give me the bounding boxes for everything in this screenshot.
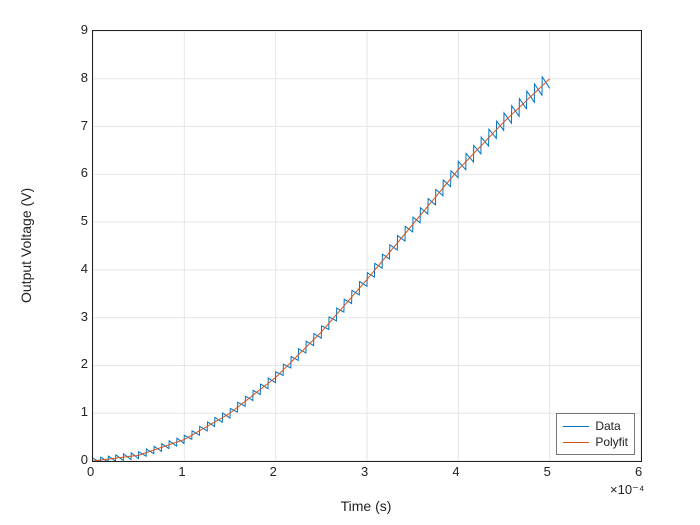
y-tick: 4 — [74, 261, 88, 276]
y-tick: 8 — [74, 70, 88, 85]
plot-axes[interactable]: Data Polyfit — [92, 30, 642, 462]
y-tick: 0 — [74, 452, 88, 467]
legend-entry-data: Data — [563, 418, 628, 434]
x-axis-exponent: ×10⁻⁴ — [610, 482, 645, 498]
x-tick: 1 — [178, 464, 185, 479]
series-data — [93, 77, 550, 461]
y-tick: 3 — [74, 309, 88, 324]
legend-swatch-polyfit — [563, 442, 589, 443]
x-tick: 4 — [452, 464, 459, 479]
y-tick: 1 — [74, 404, 88, 419]
legend[interactable]: Data Polyfit — [556, 413, 635, 455]
gridlines — [93, 31, 641, 461]
y-tick: 9 — [74, 22, 88, 37]
x-tick: 2 — [270, 464, 277, 479]
matlab-figure: Output Voltage (V) Data Polyfit 0123456 … — [0, 0, 700, 525]
legend-entry-polyfit: Polyfit — [563, 434, 628, 450]
y-tick: 6 — [74, 165, 88, 180]
x-axis-label: Time (s) — [92, 498, 640, 514]
y-axis-label: Output Voltage (V) — [18, 30, 34, 460]
x-tick: 5 — [544, 464, 551, 479]
y-tick: 5 — [74, 213, 88, 228]
x-tick: 0 — [87, 464, 94, 479]
x-tick: 3 — [361, 464, 368, 479]
legend-swatch-data — [563, 426, 589, 427]
y-tick: 7 — [74, 118, 88, 133]
y-tick: 2 — [74, 356, 88, 371]
legend-label-data: Data — [595, 418, 620, 434]
legend-label-polyfit: Polyfit — [595, 434, 628, 450]
x-tick: 6 — [635, 464, 642, 479]
data-series-group — [93, 77, 550, 461]
plot-canvas — [93, 31, 641, 461]
